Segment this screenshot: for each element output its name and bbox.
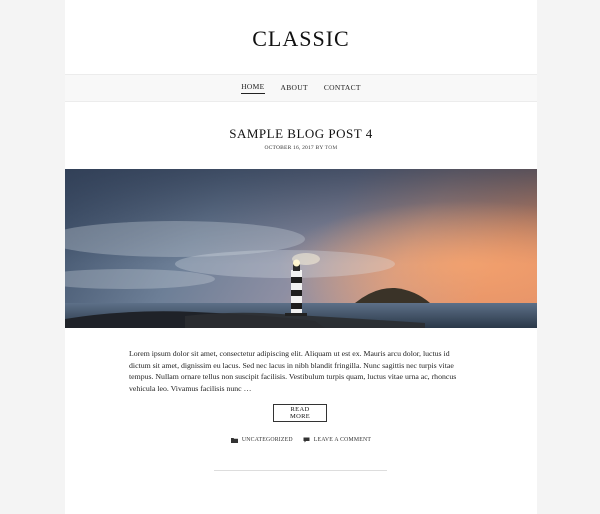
post-author[interactable]: TOM <box>325 145 338 151</box>
post-divider <box>214 470 387 471</box>
nav-item-about[interactable]: ABOUT <box>281 83 308 94</box>
nav-item-contact[interactable]: CONTACT <box>324 83 361 94</box>
nav-item-home[interactable]: HOME <box>241 82 265 94</box>
featured-image[interactable] <box>65 169 537 328</box>
comment-label[interactable]: LEAVE A COMMENT <box>314 437 371 443</box>
main-nav: HOME ABOUT CONTACT <box>65 74 537 102</box>
post-footer-meta: UNCATEGORIZED LEAVE A COMMENT <box>65 437 537 443</box>
read-more-button[interactable]: READ MORE <box>273 404 327 422</box>
comment-icon <box>303 437 310 443</box>
post-meta: OCTOBER 16, 2017 BY TOM <box>65 145 537 151</box>
folder-icon <box>230 438 238 443</box>
comment-link[interactable]: LEAVE A COMMENT <box>303 437 371 443</box>
post-excerpt: Lorem ipsum dolor sit amet, consectetur … <box>129 349 457 393</box>
category-link[interactable]: UNCATEGORIZED <box>230 437 293 443</box>
page-container: CLASSIC HOME ABOUT CONTACT SAMPLE BLOG P… <box>65 0 537 514</box>
post-date[interactable]: OCTOBER 16, 2017 <box>264 145 313 151</box>
site-title[interactable]: CLASSIC <box>65 26 537 52</box>
post-by: BY <box>315 145 324 151</box>
category-label[interactable]: UNCATEGORIZED <box>242 437 293 443</box>
post-title[interactable]: SAMPLE BLOG POST 4 <box>65 126 537 142</box>
